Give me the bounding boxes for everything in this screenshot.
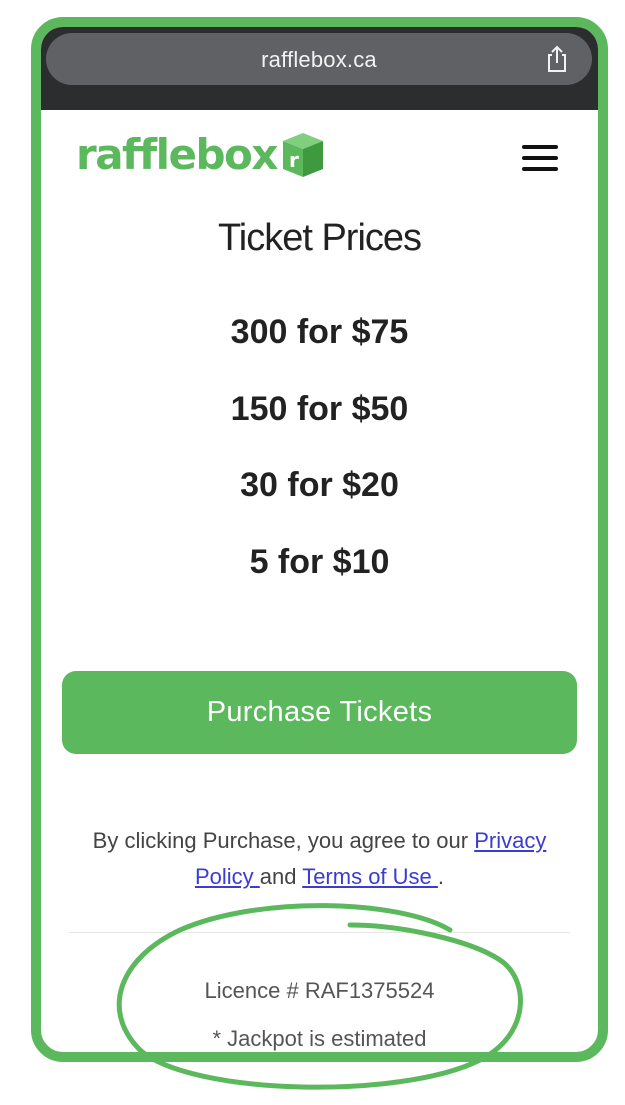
agreement-suffix: .	[437, 864, 445, 889]
menu-line	[522, 145, 558, 149]
agreement-text: By clicking Purchase, you agree to our P…	[61, 823, 578, 895]
address-bar[interactable]: rafflebox.ca	[46, 33, 592, 85]
rafflebox-logo[interactable]: rafflebox r	[76, 130, 325, 179]
logo-box-icon: r	[283, 132, 323, 177]
site-header: rafflebox r	[41, 110, 598, 213]
section-title: Ticket Prices	[217, 217, 422, 259]
annotation-circle	[116, 903, 523, 1090]
price-option: 30 for $20	[240, 466, 399, 504]
url-text: rafflebox.ca	[261, 47, 377, 72]
agreement-middle: and	[259, 864, 303, 889]
share-icon[interactable]	[542, 44, 572, 74]
menu-line	[522, 167, 558, 171]
price-option: 150 for $50	[230, 390, 409, 428]
menu-line	[522, 156, 558, 160]
price-option: 300 for $75	[230, 313, 409, 351]
purchase-tickets-button[interactable]: Purchase Tickets	[62, 671, 577, 754]
agreement-prefix: By clicking Purchase, you agree to our	[92, 828, 475, 853]
screenshot-page: rafflebox.ca rafflebox r Ticket Prices 3…	[0, 0, 625, 1105]
logo-box-letter: r	[289, 148, 299, 172]
hamburger-menu-icon[interactable]	[522, 145, 558, 173]
price-option: 5 for $10	[249, 543, 390, 581]
logo-wordmark: rafflebox	[76, 130, 279, 179]
terms-of-use-link[interactable]: Terms of Use	[302, 864, 438, 889]
browser-toolbar: rafflebox.ca	[41, 27, 598, 110]
